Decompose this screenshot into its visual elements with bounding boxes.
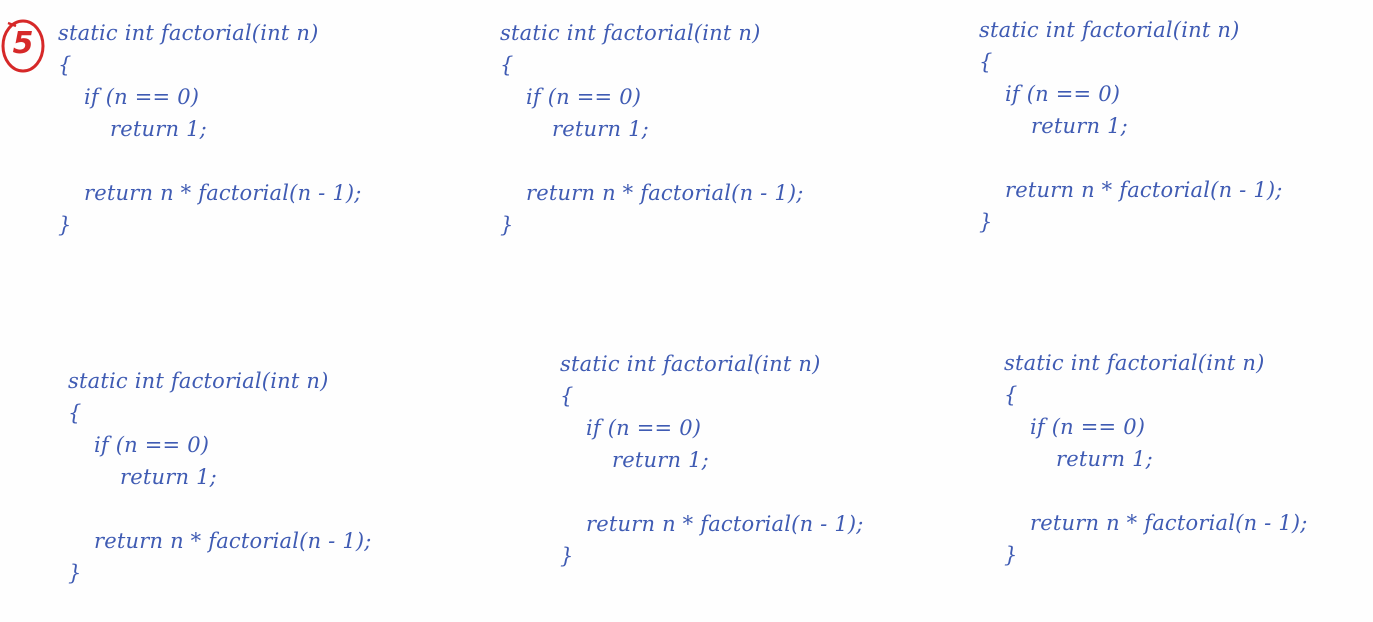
recursive-return: return n * factorial(n - 1); xyxy=(94,529,372,553)
base-case-condition: if (n == 0) xyxy=(1005,82,1121,106)
open-brace: { xyxy=(500,53,514,77)
function-signature: static int factorial(int n) xyxy=(979,18,1240,42)
base-case-return: return 1; xyxy=(1056,447,1153,471)
function-signature: static int factorial(int n) xyxy=(68,369,329,393)
base-case-return: return 1; xyxy=(1031,114,1128,138)
base-case-condition: if (n == 0) xyxy=(586,416,702,440)
recursive-return: return n * factorial(n - 1); xyxy=(526,181,804,205)
close-brace: } xyxy=(500,213,514,237)
function-signature: static int factorial(int n) xyxy=(500,21,761,45)
base-case-return: return 1; xyxy=(110,117,207,141)
base-case-condition: if (n == 0) xyxy=(1030,415,1146,439)
open-brace: { xyxy=(1004,383,1018,407)
base-case-return: return 1; xyxy=(120,465,217,489)
close-brace: } xyxy=(979,210,993,234)
close-brace: } xyxy=(58,213,72,237)
step-marker-number: 5 xyxy=(12,26,34,61)
close-brace: } xyxy=(1004,543,1018,567)
open-brace: { xyxy=(68,401,82,425)
open-brace: { xyxy=(560,384,574,408)
base-case-condition: if (n == 0) xyxy=(526,85,642,109)
step-marker: 5 xyxy=(0,17,46,75)
function-signature: static int factorial(int n) xyxy=(58,21,319,45)
whiteboard-canvas: 5 static int factorial(int n) { if (n ==… xyxy=(0,0,1373,622)
recursive-return: return n * factorial(n - 1); xyxy=(586,512,864,536)
close-brace: } xyxy=(560,544,574,568)
base-case-return: return 1; xyxy=(552,117,649,141)
recursive-return: return n * factorial(n - 1); xyxy=(84,181,362,205)
recursive-return: return n * factorial(n - 1); xyxy=(1030,511,1308,535)
recursive-return: return n * factorial(n - 1); xyxy=(1005,178,1283,202)
base-case-condition: if (n == 0) xyxy=(84,85,200,109)
open-brace: { xyxy=(979,50,993,74)
function-signature: static int factorial(int n) xyxy=(560,352,821,376)
base-case-return: return 1; xyxy=(612,448,709,472)
base-case-condition: if (n == 0) xyxy=(94,433,210,457)
function-signature: static int factorial(int n) xyxy=(1004,351,1265,375)
open-brace: { xyxy=(58,53,72,77)
close-brace: } xyxy=(68,561,82,585)
